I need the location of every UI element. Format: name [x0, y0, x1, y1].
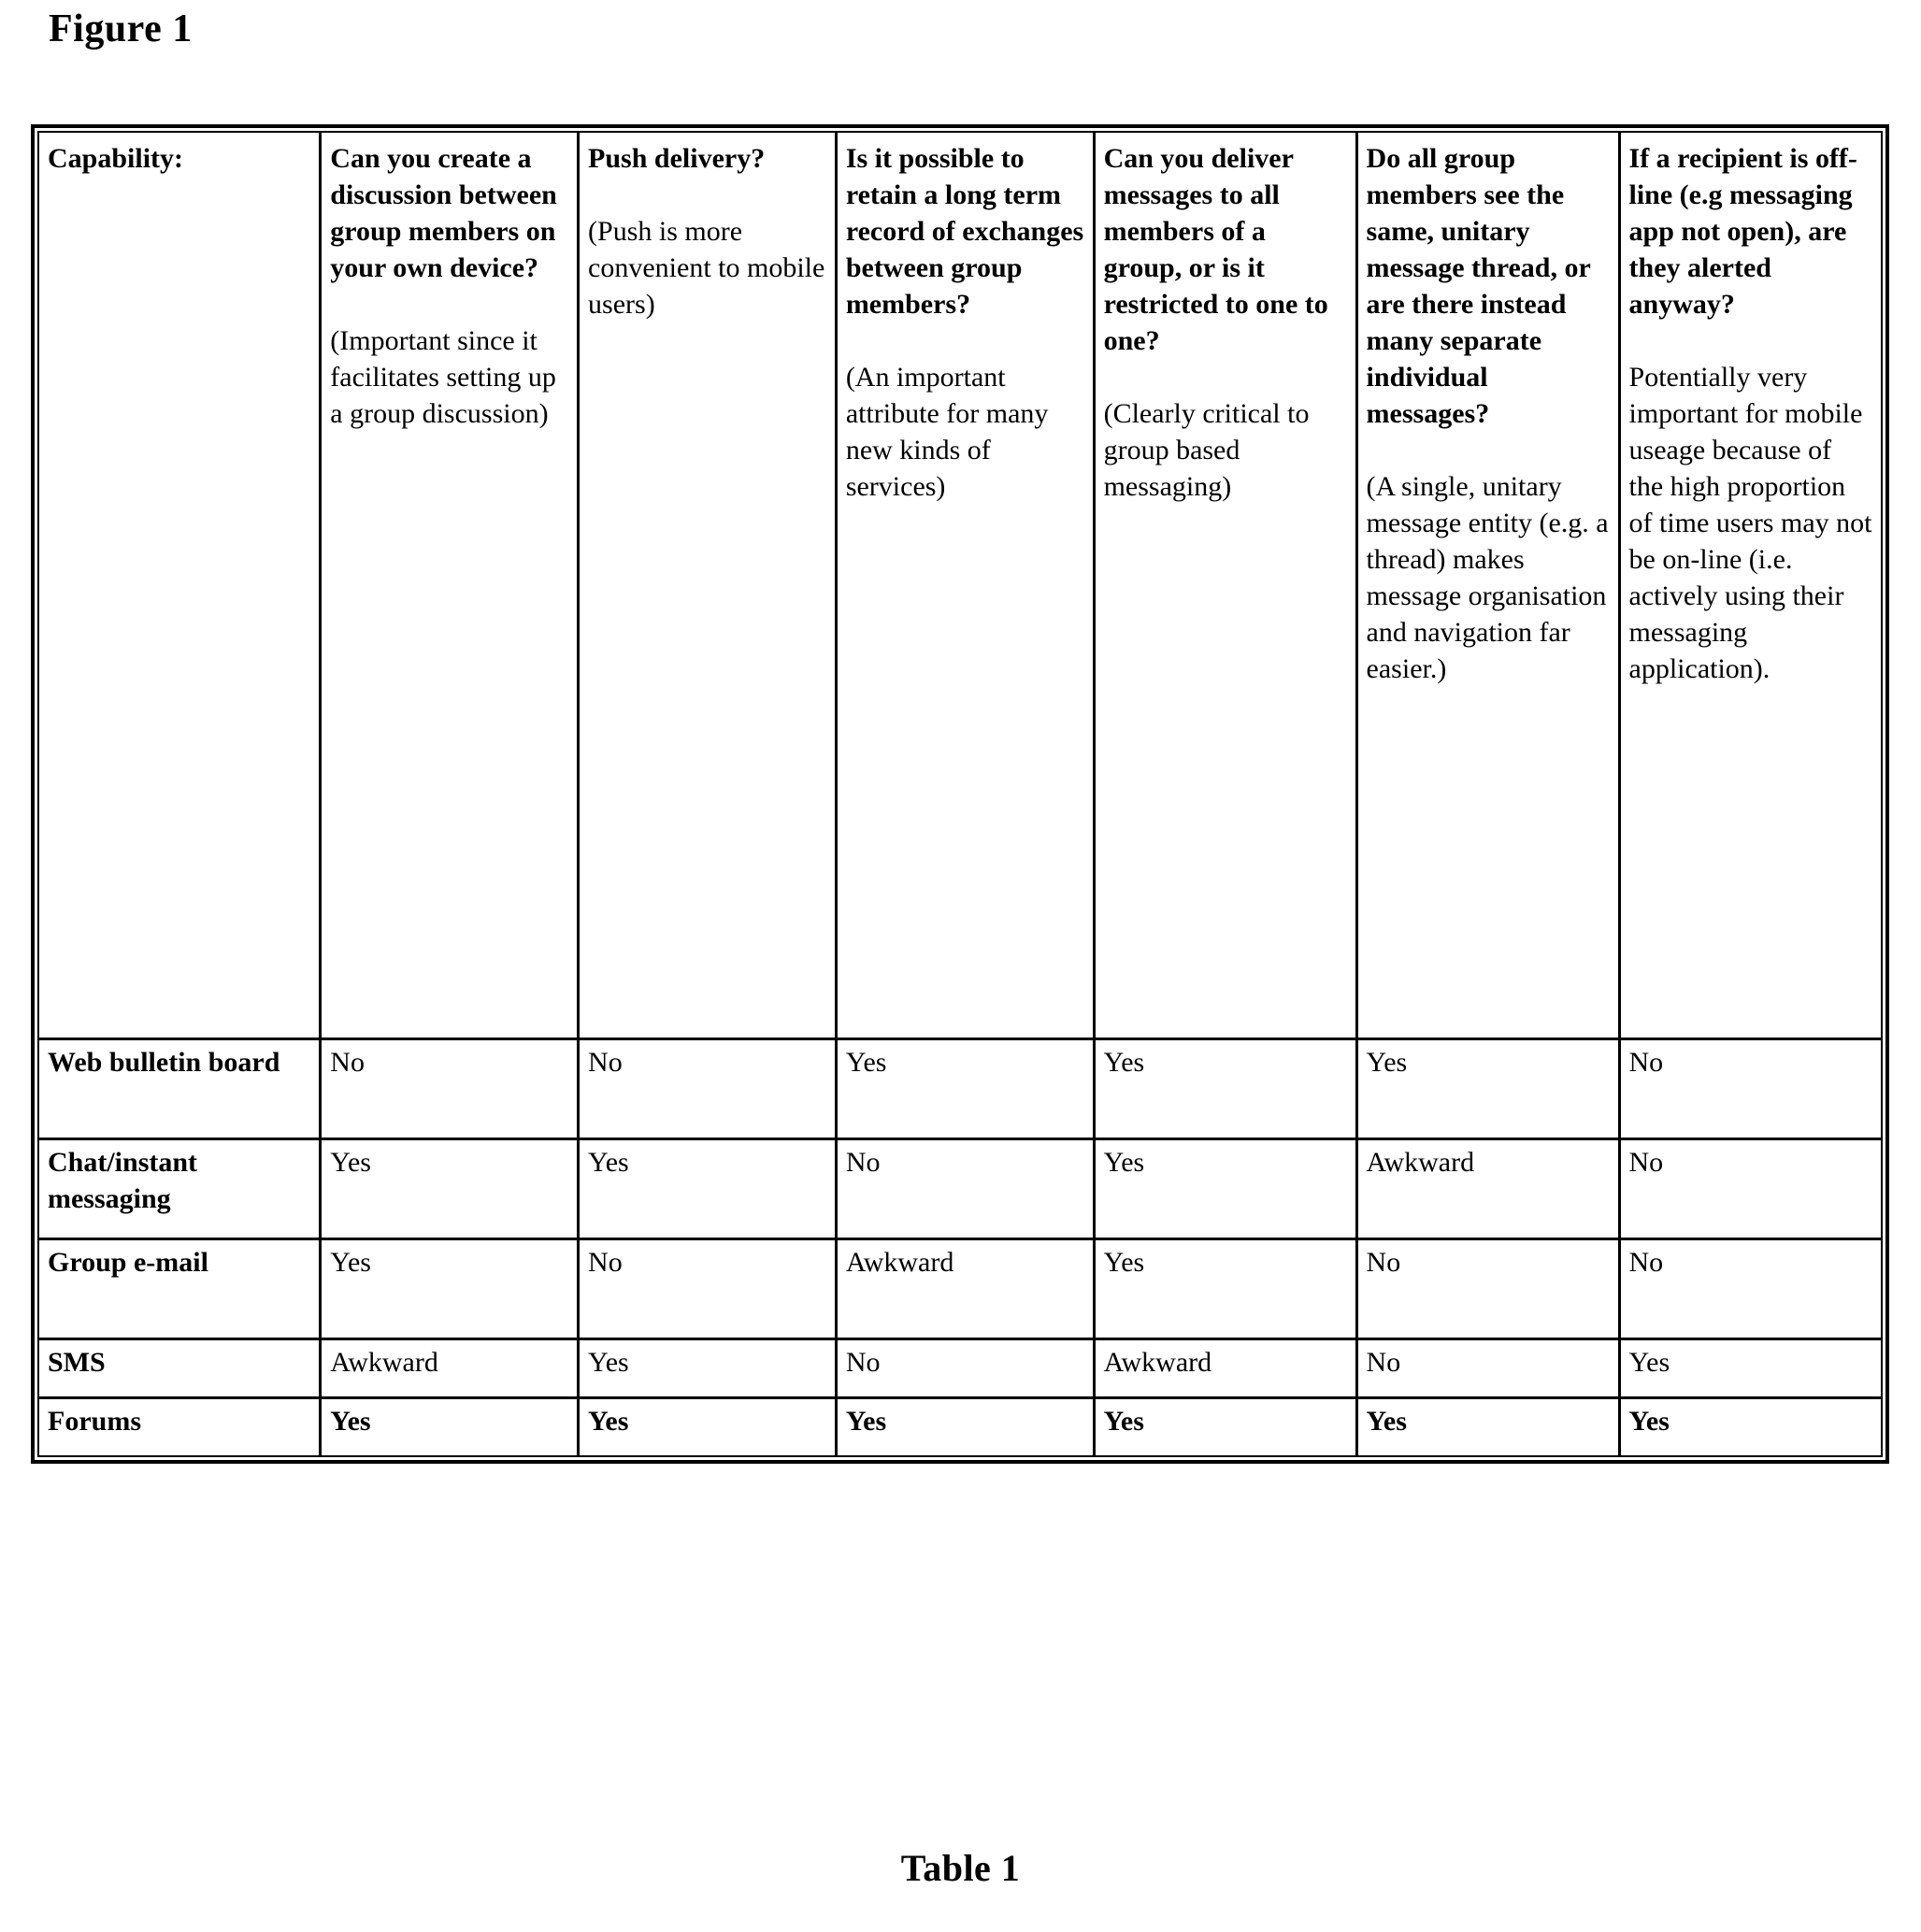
column-question: Push delivery? — [588, 143, 766, 174]
column-note: (Push is more convenient to mobile users… — [588, 216, 825, 320]
cell-value: Awkward — [834, 1238, 1096, 1340]
cell-value: Awkward — [1092, 1338, 1358, 1399]
cell-value: No — [1617, 1238, 1883, 1340]
cell-value: Yes — [1617, 1396, 1883, 1457]
column-header-deliver-to-group: Can you deliver messages to all members … — [1092, 131, 1358, 1040]
cell-value: Awkward — [319, 1338, 581, 1399]
table-row: Forums Yes Yes Yes Yes Yes Yes — [37, 1396, 1883, 1457]
cell-value: Yes — [1092, 1238, 1358, 1340]
row-label: Chat/instant messaging — [37, 1138, 323, 1240]
cell-value: Yes — [577, 1396, 838, 1457]
cell-value: Yes — [1355, 1038, 1621, 1140]
cell-value: No — [1617, 1138, 1883, 1240]
document-page: Figure 1 Capability: Can you create a di… — [0, 0, 1921, 1932]
cell-value: No — [577, 1038, 838, 1140]
cell-value: Yes — [319, 1138, 581, 1240]
cell-value: Yes — [1092, 1396, 1358, 1457]
cell-value: Yes — [1617, 1338, 1883, 1399]
column-header-create-discussion: Can you create a discussion between grou… — [319, 131, 581, 1040]
cell-value: Yes — [1092, 1138, 1358, 1240]
column-question: Is it possible to retain a long term rec… — [845, 143, 1084, 320]
row-label: Web bulletin board — [37, 1038, 323, 1140]
comparison-table-container: Capability: Can you create a discussion … — [31, 124, 1889, 1464]
column-question: If a recipient is off-line (e.g messagin… — [1628, 143, 1857, 320]
table-body: Capability: Can you create a discussion … — [37, 131, 1883, 1457]
column-note: (Clearly critical to group based messagi… — [1103, 398, 1310, 502]
column-header-long-term-record: Is it possible to retain a long term rec… — [834, 131, 1096, 1040]
cell-value: Yes — [1355, 1396, 1621, 1457]
column-note: (A single, unitary message entity (e.g. … — [1366, 471, 1609, 684]
column-header-offline-alert: If a recipient is off-line (e.g messagin… — [1617, 131, 1883, 1040]
cell-value: No — [834, 1138, 1096, 1240]
cell-value: Yes — [319, 1396, 581, 1457]
column-header-unitary-thread: Do all group members see the same, unita… — [1355, 131, 1621, 1040]
column-note: (An important attribute for many new kin… — [845, 362, 1049, 502]
cell-value: No — [834, 1338, 1096, 1399]
figure-title: Figure 1 — [49, 7, 193, 50]
cell-value: No — [319, 1038, 581, 1140]
cell-value: Yes — [319, 1238, 581, 1340]
cell-value: No — [1617, 1038, 1883, 1140]
capability-label: Capability: — [48, 143, 184, 174]
cell-value: No — [1355, 1238, 1621, 1340]
cell-value: Yes — [834, 1038, 1096, 1140]
cell-value: No — [1355, 1338, 1621, 1399]
row-label: Group e-mail — [37, 1238, 323, 1340]
row-label: SMS — [37, 1338, 323, 1399]
column-note: (Important since it facilitates setting … — [330, 325, 556, 429]
table-row: SMS Awkward Yes No Awkward No Yes — [37, 1338, 1883, 1399]
column-question: Can you deliver messages to all members … — [1103, 143, 1328, 356]
cell-value: Yes — [834, 1396, 1096, 1457]
cell-value: Yes — [577, 1338, 838, 1399]
column-question: Do all group members see the same, unita… — [1366, 143, 1591, 429]
corner-cell: Capability: — [37, 131, 323, 1040]
column-header-push-delivery: Push delivery? (Push is more convenient … — [577, 131, 838, 1040]
table-header-row: Capability: Can you create a discussion … — [37, 131, 1883, 1040]
row-label: Forums — [37, 1396, 323, 1457]
cell-value: No — [577, 1238, 838, 1340]
table-row: Chat/instant messaging Yes Yes No Yes Aw… — [37, 1138, 1883, 1240]
cell-value: Awkward — [1355, 1138, 1621, 1240]
comparison-table: Capability: Can you create a discussion … — [37, 131, 1883, 1457]
column-question: Can you create a discussion between grou… — [330, 143, 557, 283]
cell-value: Yes — [577, 1138, 838, 1240]
column-note: Potentially very important for mobile us… — [1628, 362, 1872, 684]
table-caption: Table 1 — [900, 1847, 1021, 1889]
cell-value: Yes — [1092, 1038, 1358, 1140]
table-row: Web bulletin board No No Yes Yes Yes No — [37, 1038, 1883, 1140]
table-row: Group e-mail Yes No Awkward Yes No No — [37, 1238, 1883, 1340]
